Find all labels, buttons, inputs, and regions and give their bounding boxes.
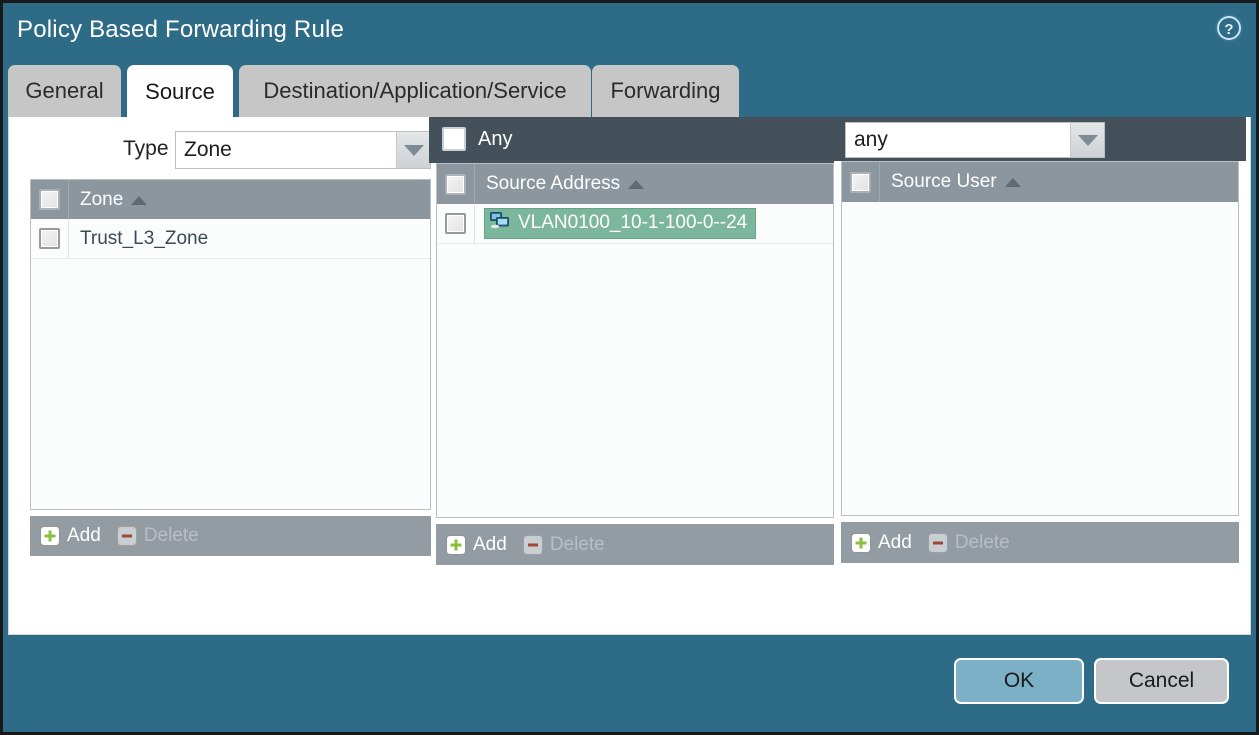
type-select-value: Zone xyxy=(176,138,396,162)
zone-column-header[interactable]: Zone xyxy=(31,180,430,219)
ok-button[interactable]: OK xyxy=(954,658,1084,704)
source-address-list: Source Address xyxy=(436,163,834,518)
source-user-select[interactable]: any xyxy=(845,122,1105,158)
type-label: Type xyxy=(123,137,169,161)
zone-add-button[interactable]: Add xyxy=(40,525,101,547)
source-user-add-label: Add xyxy=(878,532,912,554)
tab-general[interactable]: General xyxy=(8,65,121,117)
source-user-select-all-checkbox[interactable] xyxy=(842,162,880,202)
plus-icon xyxy=(446,535,466,555)
source-address-any-bar: Any xyxy=(429,117,834,163)
network-computers-icon xyxy=(490,211,510,235)
zone-add-label: Add xyxy=(67,525,101,547)
table-row[interactable]: Trust_L3_Zone xyxy=(31,219,430,259)
dialog-footer: OK Cancel xyxy=(3,635,1256,732)
tab-destination-application-service[interactable]: Destination/Application/Service xyxy=(239,65,591,117)
cancel-button-label: Cancel xyxy=(1129,669,1194,693)
chevron-down-icon[interactable] xyxy=(396,132,430,168)
chevron-down-icon[interactable] xyxy=(1070,123,1104,157)
policy-based-forwarding-rule-dialog: Policy Based Forwarding Rule ? General S… xyxy=(0,0,1259,735)
cancel-button[interactable]: Cancel xyxy=(1094,658,1229,704)
sort-ascending-icon xyxy=(628,180,644,189)
source-tab-content: Type Zone Zone xyxy=(8,117,1251,635)
tab-destination-application-service-label: Destination/Application/Service xyxy=(263,78,566,104)
zone-panel-footer: Add Delete xyxy=(30,516,431,556)
zone-panel: Type Zone Zone xyxy=(23,117,438,562)
source-user-select-value: any xyxy=(846,128,1070,152)
minus-icon xyxy=(117,526,137,546)
dialog-title-bar: Policy Based Forwarding Rule ? xyxy=(3,3,1256,61)
source-address-any-checkbox[interactable] xyxy=(442,127,466,151)
source-user-column-header-label: Source User xyxy=(891,171,997,193)
source-address-row-checkbox[interactable] xyxy=(437,204,475,243)
source-address-add-label: Add xyxy=(473,534,507,556)
zone-select-all-checkbox[interactable] xyxy=(31,180,69,219)
source-user-panel-footer: Add Delete xyxy=(841,522,1239,563)
minus-icon xyxy=(928,533,948,553)
zone-row-checkbox[interactable] xyxy=(31,219,69,258)
sort-ascending-icon xyxy=(1005,178,1021,187)
zone-delete-label: Delete xyxy=(144,525,199,547)
source-user-list: Source User xyxy=(841,161,1239,516)
tab-source-label: Source xyxy=(145,79,215,105)
source-address-column-header-label: Source Address xyxy=(486,173,620,195)
tab-strip: General Source Destination/Application/S… xyxy=(3,65,1256,118)
source-user-column-header[interactable]: Source User xyxy=(842,162,1238,202)
zone-row-label: Trust_L3_Zone xyxy=(69,228,208,250)
plus-icon xyxy=(851,533,871,553)
tab-forwarding-label: Forwarding xyxy=(610,78,720,104)
source-address-column-header[interactable]: Source Address xyxy=(437,164,833,204)
source-address-panel-footer: Add Delete xyxy=(436,524,834,565)
source-address-panel: Any Source Address xyxy=(429,117,834,572)
source-user-delete-label: Delete xyxy=(955,532,1010,554)
source-user-add-button[interactable]: Add xyxy=(851,532,912,554)
zone-column-header-label: Zone xyxy=(80,189,123,211)
minus-icon xyxy=(523,535,543,555)
source-address-delete-label: Delete xyxy=(550,534,605,556)
plus-icon xyxy=(40,526,60,546)
source-address-row-label: VLAN0100_10-1-100-0--24 xyxy=(518,212,747,234)
source-address-add-button[interactable]: Add xyxy=(446,534,507,556)
svg-text:?: ? xyxy=(1224,21,1233,38)
zone-delete-button[interactable]: Delete xyxy=(117,525,199,547)
ok-button-label: OK xyxy=(1004,669,1034,693)
table-row[interactable]: VLAN0100_10-1-100-0--24 xyxy=(437,204,833,244)
page-title: Policy Based Forwarding Rule xyxy=(17,16,344,44)
source-address-delete-button[interactable]: Delete xyxy=(523,534,605,556)
source-user-delete-button[interactable]: Delete xyxy=(928,532,1010,554)
source-user-select-bar: any xyxy=(834,117,1246,161)
type-select[interactable]: Zone xyxy=(175,131,431,169)
tab-general-label: General xyxy=(25,78,103,104)
source-address-select-all-checkbox[interactable] xyxy=(437,164,475,204)
help-circle-icon[interactable]: ? xyxy=(1214,13,1244,43)
source-address-any-label: Any xyxy=(478,128,512,151)
source-user-panel: any Source User xyxy=(834,117,1246,567)
sort-ascending-icon xyxy=(131,196,147,205)
zone-list: Zone Trust_L3_Zone xyxy=(30,179,431,510)
source-address-row-chip[interactable]: VLAN0100_10-1-100-0--24 xyxy=(484,208,756,239)
tab-forwarding[interactable]: Forwarding xyxy=(592,65,739,117)
tab-source[interactable]: Source xyxy=(127,65,233,118)
